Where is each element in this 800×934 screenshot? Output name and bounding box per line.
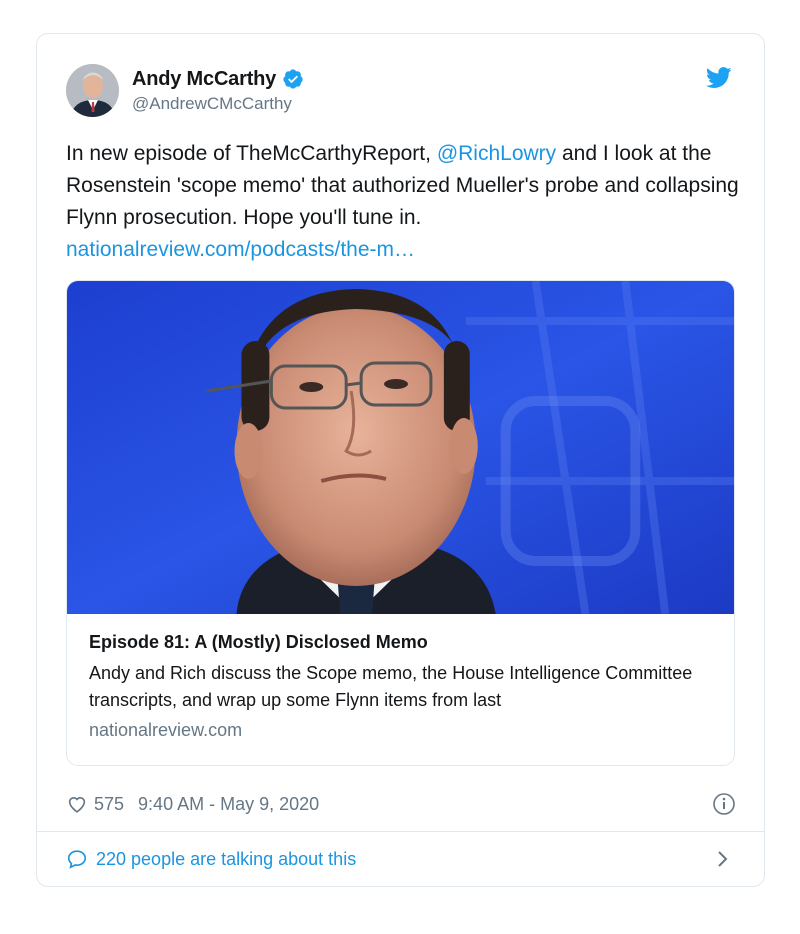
- meta-row: 575 9:40 AM - May 9, 2020: [66, 791, 736, 817]
- link-preview-card[interactable]: Episode 81: A (Mostly) Disclosed Memo An…: [66, 280, 735, 766]
- twitter-bird-icon[interactable]: [706, 67, 732, 89]
- card-title[interactable]: Episode 81: A (Mostly) Disclosed Memo: [89, 632, 714, 653]
- tweet-url-link[interactable]: nationalreview.com/podcasts/the-m…: [66, 238, 415, 261]
- talking-count-label[interactable]: 220 people are talking about this: [96, 849, 356, 870]
- tweet-text: In new episode of TheMcCarthyReport, @Ri…: [66, 138, 746, 266]
- card-photo[interactable]: [67, 281, 734, 614]
- tweet-text-part: In new episode of TheMcCarthyReport,: [66, 142, 437, 165]
- timestamp[interactable]: 9:40 AM - May 9, 2020: [138, 794, 319, 815]
- like-count[interactable]: 575: [94, 794, 124, 815]
- author-name[interactable]: Andy McCarthy: [132, 68, 276, 91]
- verified-badge-icon: [283, 69, 303, 89]
- author-handle[interactable]: @AndrewCMcCarthy: [132, 94, 304, 114]
- card-description: Andy and Rich discuss the Scope memo, th…: [89, 663, 693, 710]
- avatar[interactable]: [66, 64, 119, 117]
- tweet-embed-card[interactable]: Andy McCarthy @AndrewCMcCarthy In new ep…: [36, 33, 765, 887]
- conversation-link[interactable]: 220 people are talking about this: [66, 846, 736, 872]
- card-domain: nationalreview.com: [89, 720, 243, 740]
- author-row[interactable]: Andy McCarthy @AndrewCMcCarthy: [66, 64, 304, 117]
- divider: [37, 831, 764, 832]
- chevron-right-icon[interactable]: [716, 849, 730, 869]
- mention-link[interactable]: @RichLowry: [437, 142, 556, 165]
- heart-icon[interactable]: [66, 793, 88, 815]
- speech-bubble-icon: [67, 850, 87, 869]
- info-icon[interactable]: [712, 792, 736, 816]
